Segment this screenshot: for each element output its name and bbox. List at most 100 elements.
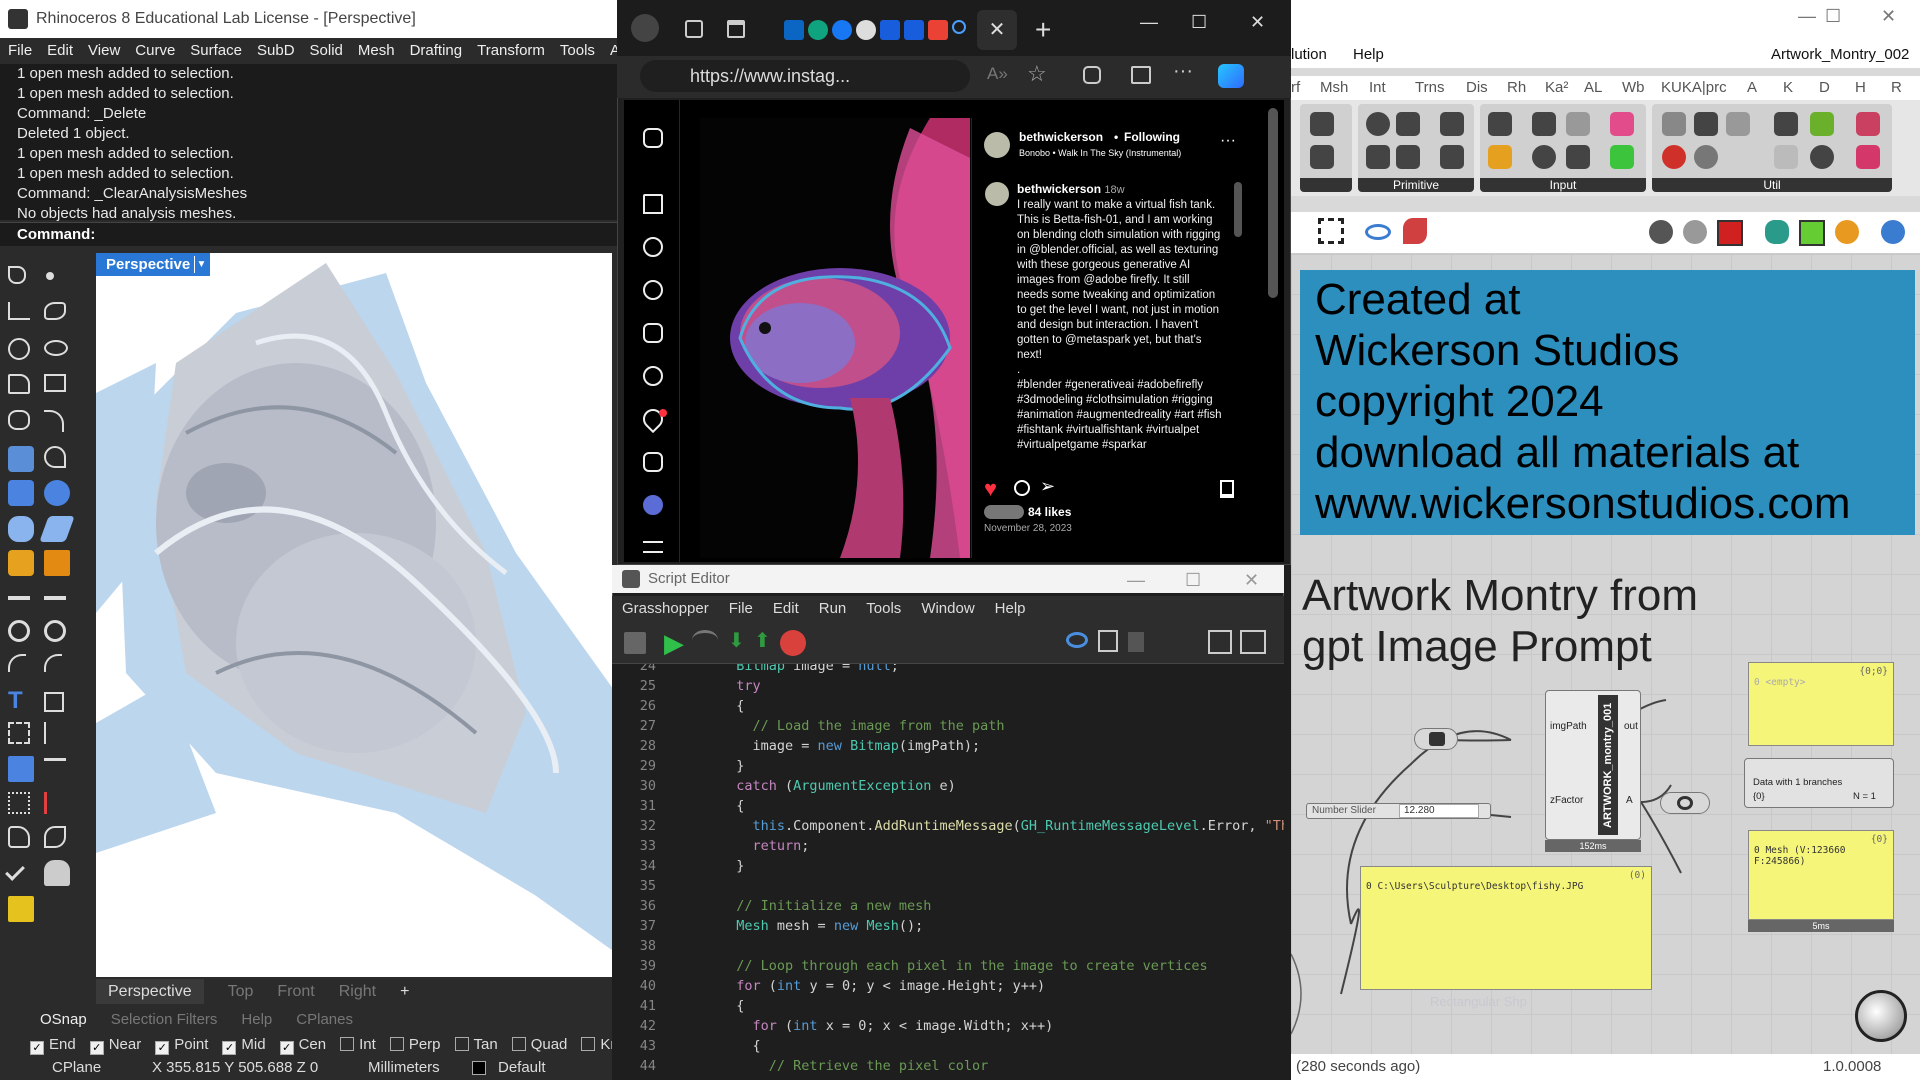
boolean-split-icon[interactable] [44, 620, 66, 642]
code-line[interactable]: this.Component.AddRuntimeMessage(GH_Runt… [720, 816, 1284, 836]
more-menu-icon[interactable]: ··· [1173, 60, 1193, 83]
data-param-viewer[interactable]: Data with 1 branches {0} N = 1 [1744, 758, 1894, 808]
code-line[interactable]: // Load the image from the path [720, 716, 1005, 736]
number-param-icon[interactable] [1440, 112, 1464, 136]
search-icon[interactable] [643, 237, 663, 257]
array-tool-icon[interactable] [8, 722, 30, 744]
code-line[interactable]: // Retrieve the pixel color [720, 1056, 988, 1076]
copilot-icon[interactable] [1218, 64, 1244, 88]
circle-tool-icon[interactable] [8, 338, 30, 360]
shaded-preview-icon[interactable] [1683, 220, 1707, 244]
more-options-icon[interactable]: ··· [1220, 132, 1236, 150]
close-tab-button[interactable]: ✕ [977, 10, 1017, 50]
reels-icon[interactable] [643, 323, 663, 343]
measure-tool-icon[interactable] [44, 792, 58, 814]
tab-weaverbird[interactable]: Wb [1622, 76, 1645, 100]
messenger-icon[interactable] [643, 366, 663, 386]
tree-icon[interactable] [1694, 112, 1718, 136]
light-tool-icon[interactable] [8, 896, 34, 922]
checkbox-checked-icon[interactable]: ✓ [155, 1041, 170, 1055]
checkbox-unchecked-icon[interactable] [454, 1037, 469, 1051]
code-line[interactable]: } [720, 756, 744, 776]
osnap-point[interactable]: ✓ Point [155, 1036, 208, 1055]
preview-eye-icon[interactable] [1365, 224, 1391, 240]
author-username[interactable]: bethwickerson [1019, 130, 1103, 144]
boolean-toggle-icon[interactable] [1532, 112, 1556, 136]
chevron-down-icon[interactable]: ▼ [194, 256, 208, 273]
tab-right[interactable]: Right [339, 983, 376, 1000]
plane-tool-icon[interactable] [39, 516, 75, 542]
layer-status[interactable]: Default [498, 1056, 546, 1080]
menu-solid[interactable]: Solid [310, 42, 343, 59]
viewport-title-tab[interactable]: Perspective [96, 253, 210, 276]
perspective-viewport[interactable] [96, 253, 612, 977]
gmail-icon[interactable] [928, 20, 948, 40]
abc-text-icon[interactable] [1726, 112, 1750, 136]
menu-edit[interactable]: Edit [47, 42, 73, 59]
text-param-icon[interactable] [1396, 145, 1420, 169]
artwork-component[interactable]: imgPath zFactor ARTWORK_montry_001 out A [1545, 690, 1641, 840]
menu-file[interactable]: File [8, 42, 32, 59]
menu-view[interactable]: View [88, 42, 120, 59]
checkbox-unchecked-icon[interactable] [389, 1037, 404, 1051]
checkbox-unchecked-icon[interactable] [581, 1037, 596, 1051]
credits-banner[interactable]: Created at Wickerson Studios copyright 2… [1300, 270, 1915, 535]
tab-kuka-prc[interactable]: KUKA|prc [1661, 76, 1727, 100]
instagram-logo-icon[interactable] [643, 128, 663, 148]
menu-tools[interactable]: Tools [560, 42, 595, 59]
caption-scrollbar[interactable] [1234, 182, 1242, 237]
empty-panel[interactable]: {0;0} 0 <empty> [1748, 662, 1894, 746]
document-name[interactable]: Artwork_Montry_002 [1771, 42, 1909, 68]
code-line[interactable]: return; [720, 836, 810, 856]
sphere-tool-icon[interactable] [44, 480, 70, 506]
cylinder-tool-icon[interactable] [8, 516, 34, 542]
search-icon[interactable] [952, 20, 966, 34]
run-play-icon[interactable]: ▶ [664, 628, 684, 659]
extensions-icon[interactable] [1083, 66, 1101, 84]
check-tool-icon[interactable] [5, 861, 25, 881]
minimize-button[interactable]: — [1798, 6, 1816, 27]
explore-icon[interactable] [643, 280, 663, 300]
sketch-icon[interactable] [1403, 218, 1427, 244]
new-tab-button[interactable]: + [1035, 10, 1051, 50]
dimension-tool-icon[interactable] [8, 586, 30, 600]
checkbox-checked-icon[interactable]: ✓ [279, 1041, 294, 1055]
trim-tool-icon[interactable] [44, 586, 66, 600]
polygon-tool-icon[interactable] [8, 374, 30, 394]
osnap-end[interactable]: ✓ End [30, 1036, 76, 1055]
render-tool-icon[interactable] [44, 860, 70, 886]
text-tool-icon[interactable]: T [8, 688, 34, 714]
cherries-icon[interactable] [1662, 145, 1686, 169]
menu-curve[interactable]: Curve [135, 42, 175, 59]
author-avatar[interactable] [984, 132, 1010, 158]
mesh-panel[interactable]: {0} 0 Mesh (V:123660 F:245866) [1748, 830, 1894, 920]
tab-transform[interactable]: Trns [1415, 76, 1444, 100]
menu-hamburger-icon[interactable] [643, 541, 663, 553]
block-tool-icon[interactable] [8, 756, 34, 782]
matrix-icon[interactable] [1610, 145, 1634, 169]
home-icon[interactable] [643, 194, 663, 214]
favorite-star-icon[interactable]: ☆ [1027, 61, 1047, 87]
tab-kangaroo[interactable]: Ka² [1545, 76, 1568, 100]
url-field[interactable]: https://www.instag... [640, 60, 970, 92]
selected-preview-icon[interactable] [1717, 220, 1743, 246]
zoom-extents-icon[interactable] [1318, 218, 1344, 244]
unroll-tool-icon[interactable] [8, 826, 30, 848]
import-icon[interactable] [1488, 112, 1512, 136]
menu-edit[interactable]: Edit [773, 600, 799, 617]
cluster-icon[interactable] [1856, 112, 1880, 136]
template-icon[interactable] [1128, 632, 1144, 652]
mesh-tool-icon[interactable] [8, 550, 34, 576]
control-knob-icon[interactable] [1532, 145, 1556, 169]
maximize-button[interactable]: ☐ [1185, 566, 1201, 594]
command-prompt[interactable]: Command: [0, 222, 620, 246]
input-zfactor[interactable]: zFactor [1550, 795, 1583, 806]
read-aloud-icon[interactable]: A» [987, 64, 1008, 84]
page-scrollbar[interactable] [1268, 108, 1278, 298]
compile-icon[interactable] [1098, 630, 1118, 652]
polyline-tool-icon[interactable] [8, 302, 30, 320]
tab-mesh[interactable]: Msh [1320, 76, 1348, 100]
param-icon[interactable] [1310, 145, 1334, 169]
code-line[interactable]: { [720, 696, 744, 716]
tab-a[interactable]: A [1747, 76, 1757, 100]
